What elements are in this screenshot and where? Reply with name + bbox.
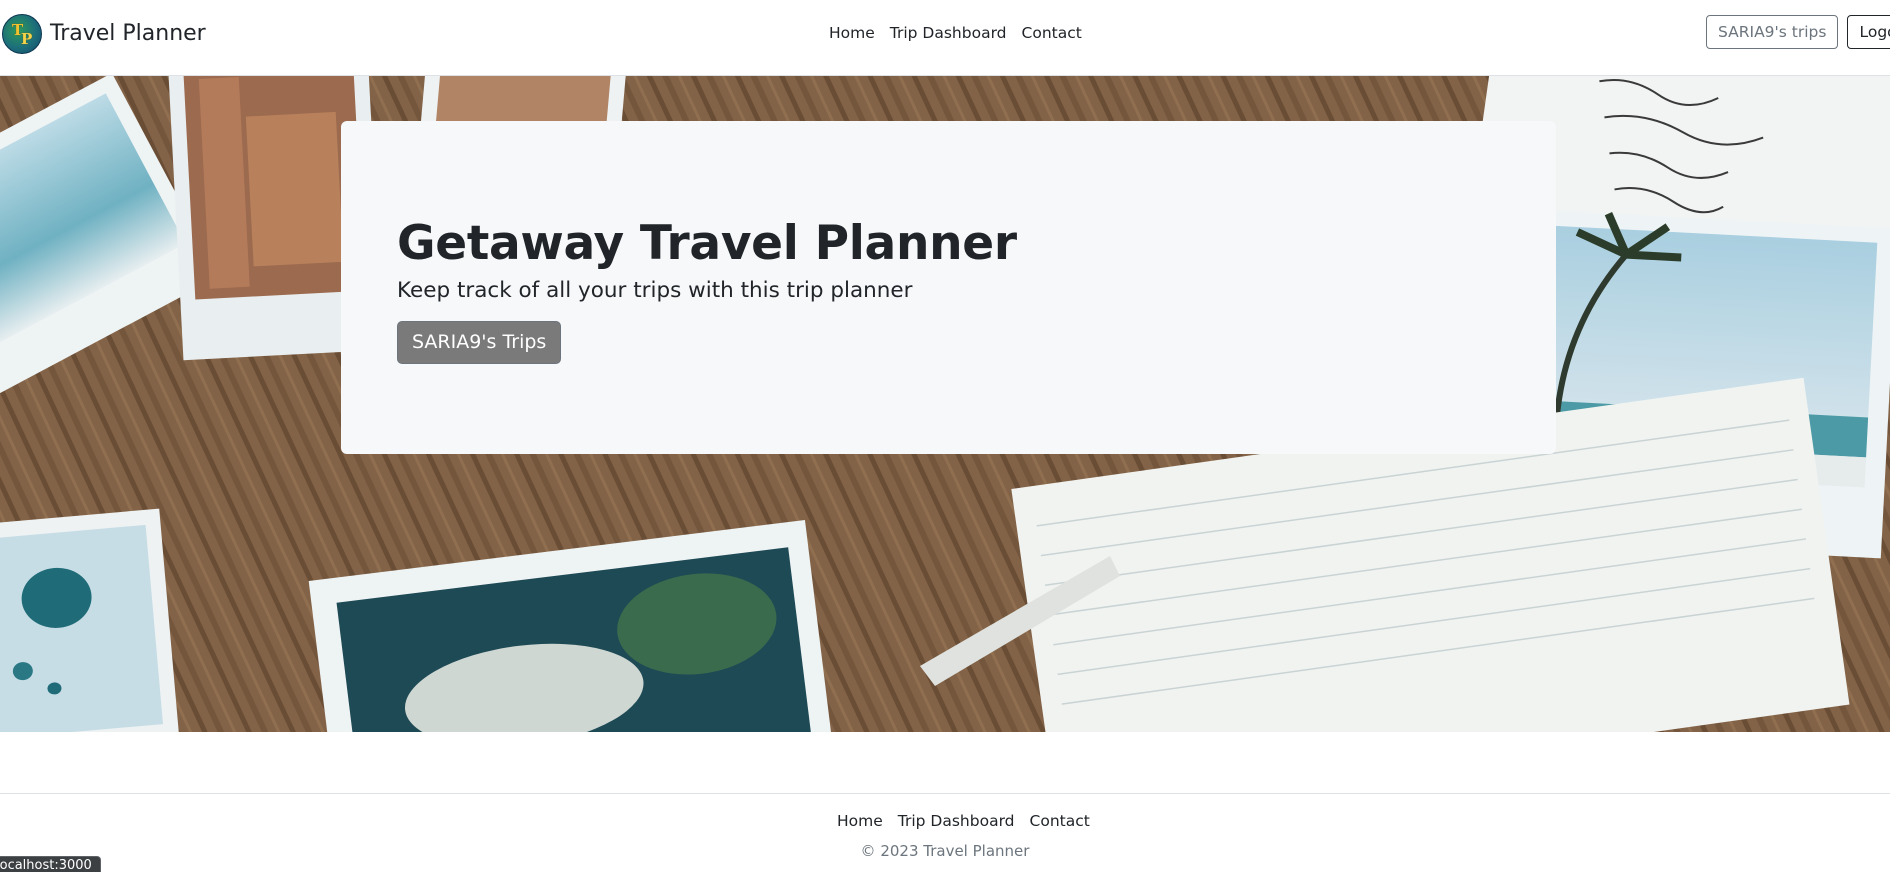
hero-title: Getaway Travel Planner [397,216,1017,271]
copyright-text: © 2023 Travel Planner [860,842,1030,860]
brand-link[interactable]: T P Travel Planner [2,14,206,54]
nav-link-trip-dashboard[interactable]: Trip Dashboard [890,22,1007,44]
footer-link-home[interactable]: Home [837,810,883,832]
logo-letter-p: P [21,30,33,48]
brand-title: Travel Planner [50,21,206,46]
main-nav: Home Trip Dashboard Contact [829,22,1082,44]
nav-link-home[interactable]: Home [829,22,875,44]
top-navbar: T P Travel Planner Home Trip Dashboard C… [0,0,1890,76]
link-status-url: localhost:3000 [0,856,101,872]
footer-nav: Home Trip Dashboard Contact [837,810,1090,832]
user-actions: SARIA9's trips Logout [1706,15,1890,49]
nav-link-contact[interactable]: Contact [1022,22,1082,44]
travel-planner-logo-icon: T P [2,14,42,54]
hero-section: Getaway Travel Planner Keep track of all… [0,76,1890,732]
page-footer: Home Trip Dashboard Contact © 2023 Trave… [0,793,1890,872]
footer-link-contact[interactable]: Contact [1030,810,1090,832]
logout-button[interactable]: Logout [1847,15,1890,49]
hero-panel: Getaway Travel Planner Keep track of all… [341,121,1556,454]
hero-trips-button[interactable]: SARIA9's Trips [397,321,562,364]
hero-subtitle: Keep track of all your trips with this t… [397,278,913,303]
footer-link-trip-dashboard[interactable]: Trip Dashboard [898,810,1015,832]
user-trips-button[interactable]: SARIA9's trips [1706,15,1839,49]
